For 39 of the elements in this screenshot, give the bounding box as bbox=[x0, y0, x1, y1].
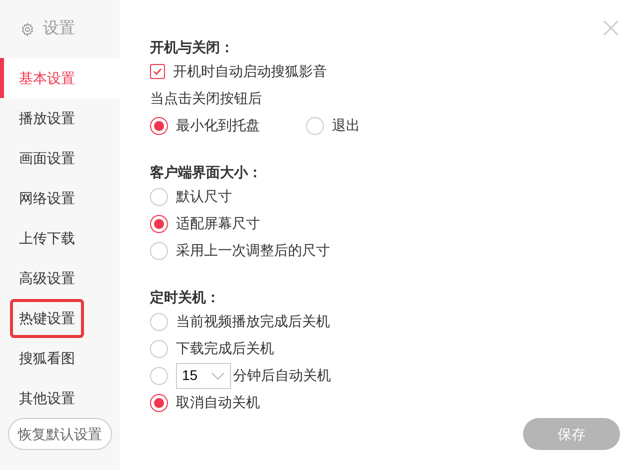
close-icon[interactable] bbox=[603, 20, 619, 36]
option-label: 采用上一次调整后的尺寸 bbox=[176, 241, 330, 260]
radio-button[interactable] bbox=[150, 188, 168, 206]
sidebar-item[interactable]: 播放设置 bbox=[0, 98, 120, 138]
sidebar-item[interactable]: 基本设置 bbox=[0, 58, 120, 98]
option-label: 退出 bbox=[332, 116, 360, 135]
option-label: 适配屏幕尺寸 bbox=[176, 214, 260, 233]
option-label: 最小化到托盘 bbox=[176, 116, 260, 135]
radio-button[interactable] bbox=[150, 214, 168, 232]
radio-button[interactable] bbox=[150, 116, 168, 134]
option-label: 开机时自动启动搜狐影音 bbox=[173, 62, 327, 81]
option-label: 取消自动关机 bbox=[176, 393, 260, 412]
option-label: 下载完成后关机 bbox=[176, 339, 274, 358]
sidebar-item[interactable]: 搜狐看图 bbox=[0, 338, 120, 378]
option-label: 默认尺寸 bbox=[176, 187, 232, 206]
option-label: 当前视频播放完成后关机 bbox=[176, 312, 330, 331]
section-heading: 开机与关闭： bbox=[150, 38, 235, 57]
sidebar-item[interactable]: 高级设置 bbox=[0, 258, 120, 298]
option-caption: 当点击关闭按钮后 bbox=[150, 89, 262, 108]
radio-button[interactable] bbox=[150, 312, 168, 330]
sidebar-item[interactable]: 网络设置 bbox=[0, 178, 120, 218]
minutes-dropdown[interactable]: 15 bbox=[176, 362, 231, 388]
section-heading: 定时关机： bbox=[150, 288, 221, 307]
radio-button[interactable] bbox=[150, 242, 168, 260]
sidebar-item[interactable]: 画面设置 bbox=[0, 138, 120, 178]
checkbox[interactable] bbox=[150, 64, 165, 79]
reset-defaults-button[interactable]: 恢复默认设置 bbox=[8, 418, 112, 450]
radio-button[interactable] bbox=[150, 394, 168, 412]
section-heading: 客户端界面大小： bbox=[150, 163, 263, 182]
sidebar-item[interactable]: 上传下载 bbox=[0, 218, 120, 258]
radio-button[interactable] bbox=[150, 340, 168, 358]
sidebar-item[interactable]: 其他设置 bbox=[0, 378, 120, 418]
radio-button[interactable] bbox=[150, 366, 168, 384]
sidebar-title: 设置 bbox=[43, 19, 75, 39]
radio-button[interactable] bbox=[306, 116, 324, 134]
settings-icon bbox=[20, 22, 35, 36]
option-label: 分钟后自动关机 bbox=[233, 366, 331, 385]
chevron-down-icon bbox=[211, 372, 225, 380]
checkmark-icon bbox=[152, 66, 163, 77]
